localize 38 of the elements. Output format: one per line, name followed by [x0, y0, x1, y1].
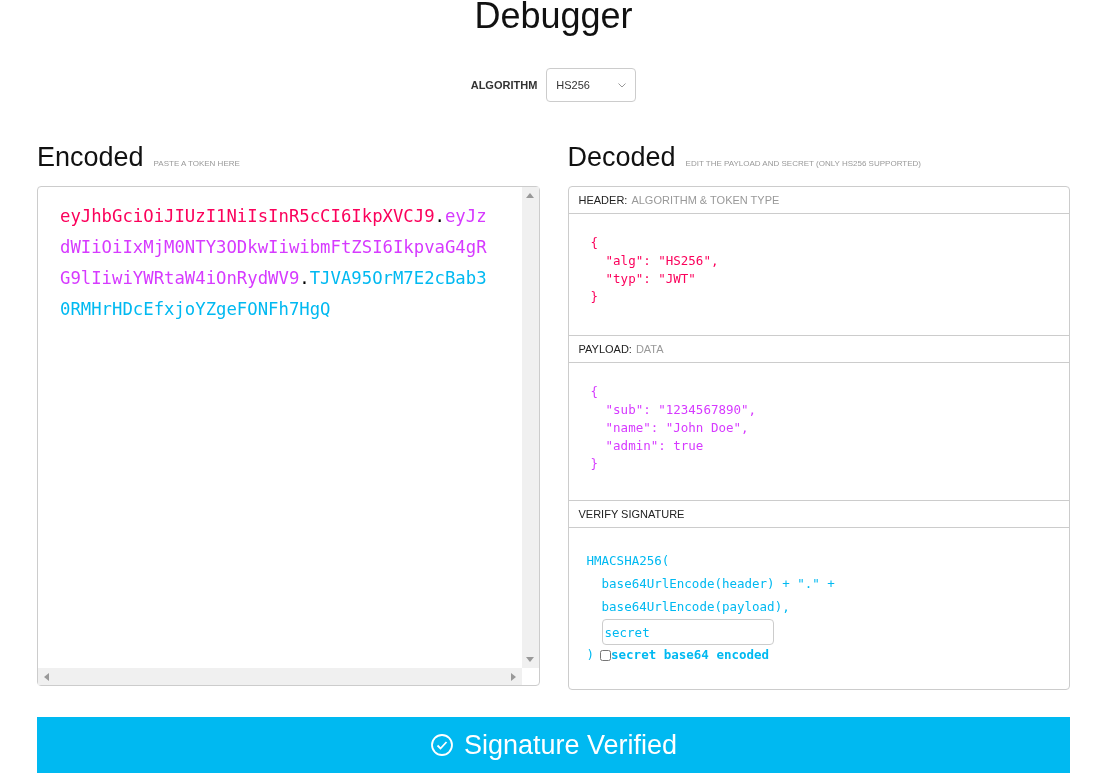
- page-title: Debugger: [474, 0, 633, 38]
- section-sublabel: DATA: [635, 341, 664, 357]
- scroll-right-icon: [510, 672, 516, 681]
- base64-checkbox[interactable]: [600, 649, 612, 661]
- token-line: eyJhbGciOiJIUzI1NiIsInR5cCI6IkpXVCJ9.eyJz: [60, 205, 487, 228]
- token-line: G9lIiwiYWRtaW4iOnRydWV9.TJVA95OrM7E2cBab3: [60, 267, 487, 290]
- section-label: PAYLOAD:: [578, 341, 632, 357]
- code-line: {: [590, 383, 599, 401]
- code-line: "typ": "JWT": [604, 270, 696, 288]
- decoded-hint: EDIT THE PAYLOAD AND SECRET (ONLY HS256 SUPPORTED): [685, 158, 921, 170]
- encoded-heading: Encoded: [37, 141, 144, 174]
- section-label: VERIFY SIGNATURE: [578, 506, 685, 522]
- code-line: base64UrlEncode(payload),: [600, 598, 790, 616]
- token-textarea[interactable]: eyJhbGciOiJIUzI1NiIsInR5cCI6IkpXVCJ9.eyJz dWIiOiIxMjM0NTY3ODkwIiwibmFtZSI6IkpvaG4gR G9lIiwiYWRtaW4iOnRydWV9.TJVA95OrM7E2cBab3 0RMHrHDcEfxjoYZgeFONFh7HgQ: [37, 186, 540, 686]
- code-line: "admin": true: [604, 437, 704, 455]
- code-line: "name": "John Doe",: [604, 419, 749, 437]
- code-line: "alg": "HS256",: [604, 252, 719, 270]
- token-line: 0RMHrHDcEfxjoYZgeFONFh7HgQ: [60, 298, 331, 321]
- check-circle-icon: [429, 732, 454, 757]
- token-line: dWIiOiIxMjM0NTY3ODkwIiwibmFtZSI6IkpvaG4gR: [60, 236, 487, 259]
- encoded-hint: PASTE A TOKEN HERE: [153, 158, 240, 170]
- checkbox-label: secret base64 encoded: [611, 646, 770, 664]
- code-line: base64UrlEncode(header) + "." +: [600, 575, 835, 593]
- scroll-left-icon: [44, 672, 49, 681]
- section-sublabel: ALGORITHM & TOKEN TYPE: [631, 192, 780, 208]
- decoded-heading: Decoded: [567, 141, 676, 174]
- code-line: }: [590, 455, 599, 473]
- code-line: }: [590, 288, 599, 306]
- section-label: HEADER:: [578, 192, 628, 208]
- code-line: ): [586, 646, 595, 664]
- scroll-down-icon: [526, 657, 534, 662]
- code-line: {: [590, 234, 599, 252]
- algorithm-label: ALGORITHM: [470, 77, 538, 93]
- chevron-down-icon: [618, 82, 627, 88]
- code-line: "sub": "1234567890",: [604, 401, 757, 419]
- scroll-up-icon: [526, 193, 534, 198]
- algorithm-select[interactable]: HS256: [546, 68, 637, 102]
- code-line: HMACSHA256(: [586, 552, 670, 570]
